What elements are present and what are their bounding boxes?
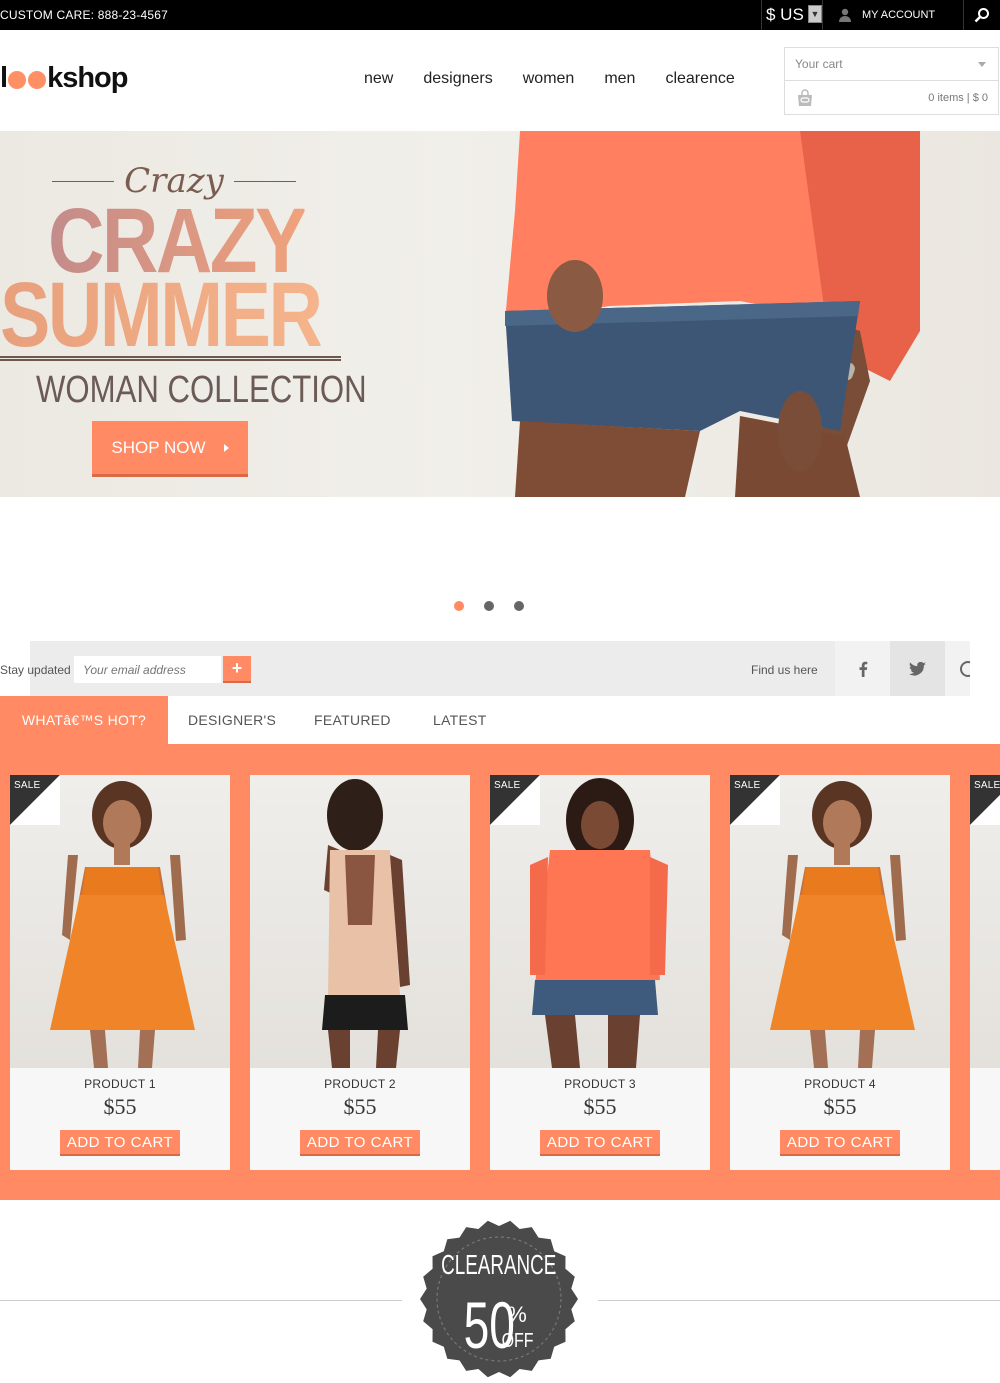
pinterest-icon — [960, 660, 970, 677]
custom-care-text: CUSTOM CARE: 888-23-4567 — [0, 8, 168, 22]
nav-clearence[interactable]: clearence — [650, 70, 749, 88]
product-card[interactable]: SALE PRODUCT 4 $55 ADD TO CART — [730, 775, 950, 1170]
product-price: $55 — [103, 1094, 137, 1119]
user-icon — [839, 8, 851, 22]
cart-title: Your cart — [795, 57, 843, 71]
hero-model-image — [505, 131, 920, 497]
header: l kshop new designers women men clearence… — [0, 30, 1000, 131]
product-card[interactable]: PRODUCT 2 $55 ADD TO CART — [250, 775, 470, 1170]
top-bar: CUSTOM CARE: 888-23-4567 $ US ▼ MY ACCOU… — [0, 0, 1000, 30]
slider-dot-2[interactable] — [484, 601, 494, 611]
product-image[interactable] — [250, 775, 470, 1068]
shop-now-button[interactable]: SHOP NOW — [92, 421, 248, 477]
nav-designers[interactable]: designers — [408, 70, 507, 88]
currency-select[interactable]: $ US ▼ — [761, 0, 823, 30]
nav-men[interactable]: men — [589, 70, 650, 88]
product-carousel: SALE PRODUCT 1 $55 ADD TO CART PRODUCT 2… — [0, 744, 1000, 1200]
svg-text:%: % — [507, 1302, 527, 1327]
search-button[interactable] — [963, 0, 1000, 30]
tab-designers[interactable]: DESIGNER'S — [188, 696, 276, 744]
clearance-badge[interactable]: CLEARANCE 50 % OFF — [420, 1220, 578, 1378]
add-to-cart-button[interactable]: ADD TO CART — [780, 1130, 900, 1156]
product-card[interactable]: SALE PRODUCT 1 $55 ADD TO CART — [10, 775, 230, 1170]
svg-text:CLEARANCE: CLEARANCE — [441, 1251, 556, 1281]
product-name[interactable]: PRODUCT 1 — [10, 1077, 230, 1091]
arrow-right-icon — [223, 443, 229, 452]
hero-divider — [0, 356, 341, 361]
logo[interactable]: l kshop — [0, 61, 128, 95]
cart-widget[interactable]: Your cart 0 items | $ 0 — [784, 47, 999, 115]
sale-badge: SALE — [490, 775, 540, 825]
add-to-cart-button[interactable]: ADD TO CART — [60, 1130, 180, 1156]
add-to-cart-button[interactable]: ADD TO CART — [540, 1130, 660, 1156]
product-tabs: WHATâ€™S HOT? DESIGNER'S FEATURED LATEST — [0, 696, 1000, 744]
plus-icon: + — [231, 658, 243, 678]
chevron-down-icon — [978, 62, 986, 67]
svg-text:OFF: OFF — [502, 1329, 534, 1351]
product-price: $55 — [823, 1094, 857, 1119]
tab-whats-hot[interactable]: WHATâ€™S HOT? — [0, 696, 168, 744]
divider-right — [598, 1300, 1000, 1301]
product-card[interactable]: SALE — [970, 775, 1000, 1170]
divider-left — [0, 1300, 402, 1301]
main-nav: new designers women men clearence — [349, 70, 750, 88]
product-name[interactable]: PRODUCT 2 — [250, 1077, 470, 1091]
twitter-link[interactable] — [890, 641, 945, 696]
currency-value: $ US — [766, 5, 804, 24]
nav-new[interactable]: new — [349, 70, 408, 88]
email-input[interactable] — [74, 656, 221, 683]
cart-summary: 0 items | $ 0 — [928, 92, 988, 104]
sale-badge: SALE — [730, 775, 780, 825]
product-name[interactable]: PRODUCT 4 — [730, 1077, 950, 1091]
tab-latest[interactable]: LATEST — [433, 696, 487, 744]
slider-dots — [454, 601, 524, 611]
sale-badge: SALE — [970, 775, 1000, 825]
hero-subtitle: WOMAN COLLECTION — [36, 369, 367, 411]
product-price: $55 — [343, 1094, 377, 1119]
cart-dropdown[interactable]: Your cart — [785, 48, 998, 81]
slider-dot-3[interactable] — [514, 601, 524, 611]
hero-title-line2: SUMMER — [0, 264, 323, 366]
product-name[interactable]: PRODUCT 3 — [490, 1077, 710, 1091]
my-account-label: MY ACCOUNT — [862, 9, 936, 21]
subscribe-button[interactable]: + — [223, 656, 251, 683]
chevron-down-icon[interactable]: ▼ — [808, 5, 822, 23]
product-price: $55 — [583, 1094, 617, 1119]
my-account-link[interactable]: MY ACCOUNT — [838, 0, 935, 30]
add-to-cart-button[interactable]: ADD TO CART — [300, 1130, 420, 1156]
hero-banner: Crazy CRAZY SUMMER WOMAN COLLECTION SHOP… — [0, 131, 1000, 497]
shopping-bag-icon — [798, 89, 812, 106]
facebook-icon — [859, 661, 867, 677]
search-icon — [974, 8, 989, 23]
product-card[interactable]: SALE PRODUCT 3 $55 ADD TO CART — [490, 775, 710, 1170]
newsletter-label: Stay updated — [0, 663, 71, 677]
facebook-link[interactable] — [835, 641, 890, 696]
sale-badge: SALE — [10, 775, 60, 825]
pinterest-link[interactable] — [945, 641, 970, 696]
twitter-icon — [909, 661, 926, 675]
nav-women[interactable]: women — [508, 70, 590, 88]
tab-featured[interactable]: FEATURED — [314, 696, 391, 744]
find-us-label: Find us here — [751, 663, 818, 677]
slider-dot-1[interactable] — [454, 601, 464, 611]
